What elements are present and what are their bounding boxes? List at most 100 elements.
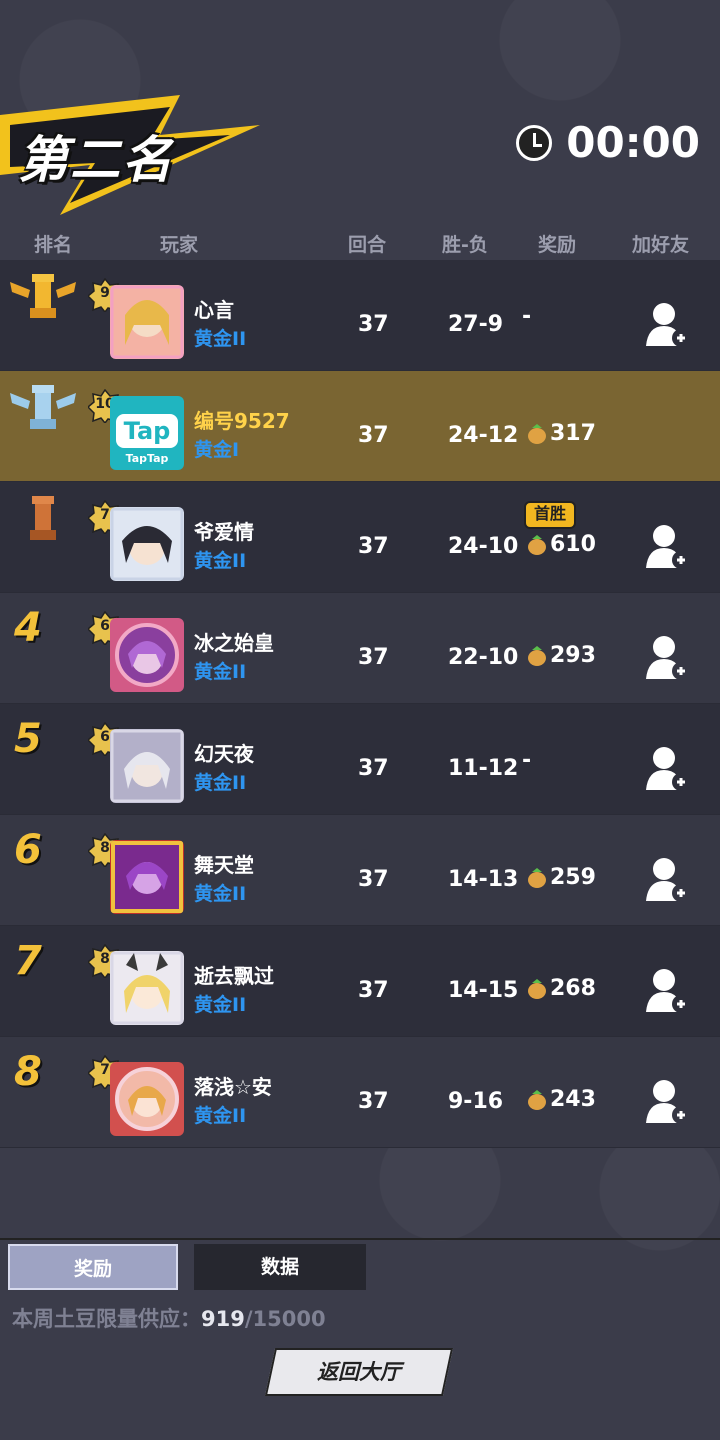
reward-value: 243 bbox=[526, 1087, 596, 1112]
reward-text: 293 bbox=[550, 643, 596, 668]
player-tier: 黄金II bbox=[194, 994, 247, 1016]
supply-label: 本周土豆限量供应： bbox=[12, 1307, 201, 1331]
reward-value: 293 bbox=[526, 643, 596, 668]
back-button-label: 返回大厅 bbox=[317, 1360, 401, 1384]
rounds-value: 37 bbox=[358, 1089, 389, 1114]
rounds-value: 37 bbox=[358, 312, 389, 337]
winloss-value: 24-12 bbox=[448, 423, 519, 448]
tab-data[interactable]: 数据 bbox=[194, 1244, 366, 1290]
player-name: 舞天堂 bbox=[194, 853, 254, 877]
potato-coin-icon bbox=[528, 867, 546, 888]
winloss-value: 24-10 bbox=[448, 534, 519, 559]
reward-value: 610 bbox=[526, 532, 596, 557]
first-win-badge: 首胜 bbox=[524, 501, 577, 529]
reward-text: 243 bbox=[550, 1087, 596, 1112]
table-row: 7 8 逝去飘过 黄金II 37 14-15 268 bbox=[0, 926, 720, 1037]
reward-text: 259 bbox=[550, 865, 596, 890]
player-name: 心言 bbox=[194, 298, 234, 322]
gold-rook-trophy-icon bbox=[10, 274, 76, 318]
rank-number: 5 bbox=[14, 716, 42, 762]
player-name: 冰之始皇 bbox=[194, 631, 274, 655]
table-row: 9 心言 黄金II 37 27-9 - bbox=[0, 260, 720, 371]
col-rank: 排名 bbox=[34, 234, 73, 256]
potato-coin-icon bbox=[528, 423, 546, 444]
reward-text: - bbox=[522, 304, 532, 329]
rank-number: 6 bbox=[14, 827, 42, 873]
reward-text: 317 bbox=[550, 421, 596, 446]
table-row: 4 6 冰之始皇 黄金II 37 22-10 293 bbox=[0, 593, 720, 704]
supply-current: 919 bbox=[201, 1307, 245, 1331]
col-rounds: 回合 bbox=[348, 234, 387, 256]
reward-value: - bbox=[522, 748, 531, 779]
player-tier: 黄金II bbox=[194, 661, 247, 683]
reward-text: - bbox=[522, 748, 532, 773]
player-tier: 黄金II bbox=[194, 1105, 247, 1127]
rounds-value: 37 bbox=[358, 756, 389, 781]
table-row: 8 7 落浅☆安 黄金II 37 9-16 243 bbox=[0, 1037, 720, 1148]
add-friend-icon[interactable] bbox=[644, 522, 692, 570]
rounds-value: 37 bbox=[358, 867, 389, 892]
add-friend-icon[interactable] bbox=[644, 966, 692, 1014]
supply-total: /15000 bbox=[244, 1307, 326, 1331]
player-avatar[interactable] bbox=[110, 1062, 184, 1136]
winloss-value: 9-16 bbox=[448, 1089, 504, 1114]
col-player: 玩家 bbox=[160, 234, 199, 256]
player-avatar[interactable] bbox=[110, 618, 184, 692]
silver-rook-trophy-icon bbox=[10, 385, 76, 429]
weekly-supply: 本周土豆限量供应：919/15000 bbox=[12, 1303, 326, 1333]
player-avatar[interactable] bbox=[110, 729, 184, 803]
player-avatar[interactable] bbox=[110, 285, 184, 359]
rounds-value: 37 bbox=[358, 645, 389, 670]
add-friend-icon[interactable] bbox=[644, 744, 692, 792]
player-tier: 黄金I bbox=[194, 439, 240, 461]
player-name: 编号9527 bbox=[194, 409, 290, 433]
taptap-small-text: TapTap bbox=[125, 452, 169, 465]
player-name: 爷爱情 bbox=[194, 520, 254, 544]
reward-value: 317 bbox=[526, 421, 596, 446]
back-to-lobby-button[interactable]: 返回大厅 bbox=[264, 1348, 454, 1396]
winloss-value: 14-15 bbox=[448, 978, 519, 1003]
reward-value: 259 bbox=[526, 865, 596, 890]
winloss-value: 14-13 bbox=[448, 867, 519, 892]
player-tier: 黄金II bbox=[194, 883, 247, 905]
reward-value: - bbox=[522, 304, 531, 335]
tab-reward[interactable]: 奖励 bbox=[8, 1244, 178, 1290]
reward-text: 268 bbox=[550, 976, 596, 1001]
add-friend-icon[interactable] bbox=[644, 1077, 692, 1125]
col-add-friend: 加好友 bbox=[632, 234, 690, 256]
player-avatar[interactable] bbox=[110, 507, 184, 581]
bronze-rook-trophy-icon bbox=[30, 496, 56, 540]
player-tier: 黄金II bbox=[194, 550, 247, 572]
player-avatar[interactable]: Tap TapTap bbox=[110, 396, 184, 470]
add-friend-icon[interactable] bbox=[644, 633, 692, 681]
rounds-value: 37 bbox=[358, 534, 389, 559]
taptap-logo-icon: Tap bbox=[116, 414, 178, 448]
potato-coin-icon bbox=[528, 645, 546, 666]
rank-number: 7 bbox=[14, 938, 42, 984]
bottom-tabs: 奖励 数据 bbox=[0, 1238, 720, 1294]
rounds-value: 37 bbox=[358, 978, 389, 1003]
col-winloss: 胜-负 bbox=[442, 234, 488, 256]
add-friend-icon[interactable] bbox=[644, 300, 692, 348]
timer: 00:00 bbox=[516, 118, 700, 167]
page-title: 第二名 bbox=[18, 131, 174, 189]
ranking-table: 9 心言 黄金II 37 27-9 - 10 Tap TapTap 编号9527… bbox=[0, 260, 720, 1148]
potato-coin-icon bbox=[528, 1089, 546, 1110]
table-row: 7 首胜 爷爱情 黄金II 37 24-10 610 bbox=[0, 482, 720, 593]
reward-text: 610 bbox=[550, 532, 596, 557]
col-reward: 奖励 bbox=[538, 234, 577, 256]
winloss-value: 22-10 bbox=[448, 645, 519, 670]
table-row: 10 Tap TapTap 编号9527 黄金I 37 24-12 317 bbox=[0, 371, 720, 482]
table-row: 5 6 幻天夜 黄金II 37 11-12 - bbox=[0, 704, 720, 815]
table-row: 6 8 舞天堂 黄金II 37 14-13 259 bbox=[0, 815, 720, 926]
add-friend-icon[interactable] bbox=[644, 855, 692, 903]
player-name: 落浅☆安 bbox=[194, 1075, 272, 1099]
rounds-value: 37 bbox=[358, 423, 389, 448]
player-name: 逝去飘过 bbox=[194, 964, 274, 988]
winloss-value: 11-12 bbox=[448, 756, 519, 781]
potato-coin-icon bbox=[528, 534, 546, 555]
player-tier: 黄金II bbox=[194, 328, 247, 350]
potato-coin-icon bbox=[528, 978, 546, 999]
player-avatar[interactable] bbox=[110, 951, 184, 1025]
player-avatar[interactable] bbox=[110, 840, 184, 914]
